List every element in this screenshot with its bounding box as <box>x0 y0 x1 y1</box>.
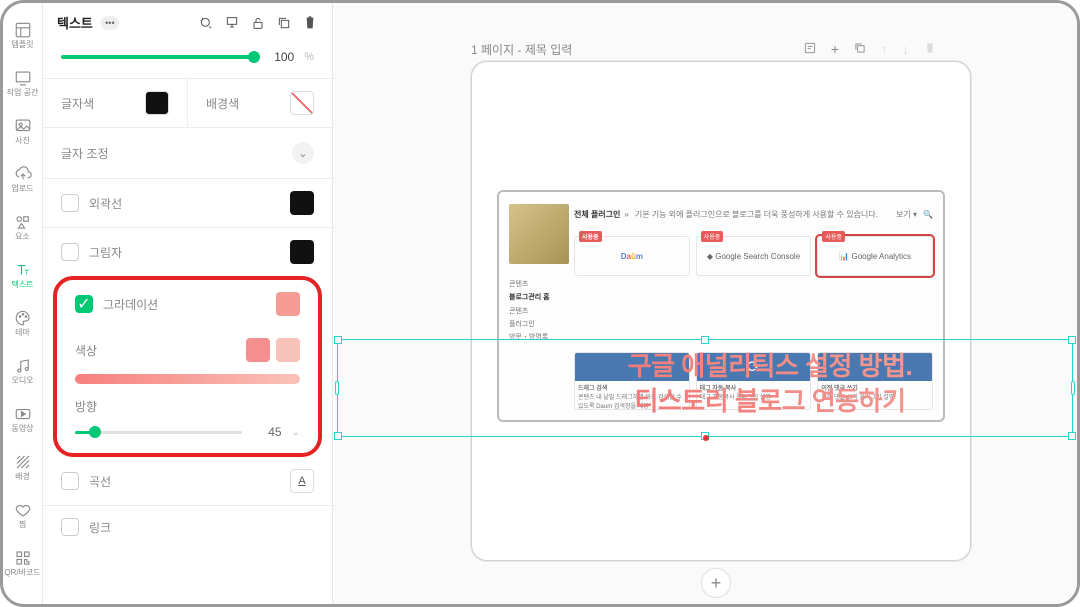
resize-handle-br[interactable] <box>1068 432 1076 440</box>
mock-left-nav: 콘텐츠 블로그관리 홈 콘텐츠 플러그인 방문・방명록 <box>509 278 569 344</box>
audio-icon <box>14 357 32 375</box>
text-color-picker[interactable]: 글자색 <box>43 79 187 127</box>
rail-video[interactable]: 동영상 <box>3 395 43 443</box>
gradient-stop-1[interactable] <box>246 338 270 362</box>
rail-upload[interactable]: 업로드 <box>3 155 43 203</box>
outline-option[interactable]: 외곽선 <box>43 179 332 227</box>
page-up-icon: ↑ <box>881 41 888 58</box>
resize-handle-tr[interactable] <box>1068 336 1076 344</box>
palette-icon <box>14 309 32 327</box>
upload-icon <box>14 165 32 183</box>
rail-workspace[interactable]: 작업 공간 <box>3 59 43 107</box>
text-adjust-accordion[interactable]: 글자 조정 ⌄ <box>43 128 332 178</box>
curve-checkbox[interactable] <box>61 472 79 490</box>
rail-background[interactable]: 배경 <box>3 443 43 491</box>
gradient-option[interactable]: ✓ 그라데이션 <box>57 280 318 328</box>
layout-icon <box>14 21 32 39</box>
rail-elements[interactable]: 요소 <box>3 203 43 251</box>
gradient-checkbox[interactable]: ✓ <box>75 295 93 313</box>
properties-panel: 텍스트 ••• 100 % 글자색 배경색 <box>43 3 333 604</box>
resize-handle-bl[interactable] <box>334 432 342 440</box>
trash-icon[interactable] <box>302 15 318 31</box>
gradient-swatch[interactable] <box>276 292 300 316</box>
rail-photos[interactable]: 사진 <box>3 107 43 155</box>
search-icon: 🔍 <box>923 210 933 219</box>
rail-favorites[interactable]: 찜 <box>3 491 43 539</box>
text-color-swatch <box>145 91 169 115</box>
rail-templates[interactable]: 템플릿 <box>3 11 43 59</box>
selection-bounding-box[interactable] <box>337 339 1073 437</box>
shadow-option[interactable]: 그림자 <box>43 228 332 276</box>
service-ga: 사용중📊 Google Analytics <box>817 236 933 276</box>
rail-text[interactable]: 텍스트 <box>3 251 43 299</box>
page-label: 1 페이지 - 제목 입력 <box>471 41 572 58</box>
shadow-swatch[interactable] <box>290 240 314 264</box>
resize-handle-tl[interactable] <box>334 336 342 344</box>
resize-handle-l[interactable] <box>335 381 339 395</box>
opacity-unit: % <box>304 51 314 63</box>
gradient-colors-label: 색상 <box>75 342 97 359</box>
direction-caret-icon[interactable]: ⌄ <box>292 427 300 438</box>
service-gsc: 사용중◆ Google Search Console <box>696 236 812 276</box>
panel-more-button[interactable]: ••• <box>101 16 119 30</box>
background-icon <box>14 453 32 471</box>
canvas[interactable]: 1 페이지 - 제목 입력 + ↑ ↓ 전체 플러그인 » 기본 기능 외에 플… <box>333 3 1077 604</box>
qr-icon <box>14 549 32 567</box>
money-thumbnail <box>509 204 569 264</box>
element-icon <box>14 213 32 231</box>
annotation-dot <box>703 435 709 441</box>
photo-icon <box>14 117 32 135</box>
bg-color-swatch <box>290 91 314 115</box>
gradient-highlight-annotation: ✓ 그라데이션 색상 방향 45 <box>53 276 322 457</box>
panel-title: 텍스트 <box>57 13 93 32</box>
duplicate-icon[interactable] <box>276 15 292 31</box>
gradient-direction-slider[interactable] <box>75 431 242 434</box>
gradient-direction-value: 45 <box>252 425 282 439</box>
gradient-direction-label: 방향 <box>75 398 300 415</box>
link-option[interactable]: 링크 <box>43 506 332 548</box>
text-icon <box>14 261 32 279</box>
page-down-icon: ↓ <box>902 41 909 58</box>
outline-checkbox[interactable] <box>61 194 79 212</box>
page-1[interactable]: 전체 플러그인 » 기본 기능 외에 플러그인으로 블로그를 더욱 풍성하게 사… <box>471 61 971 561</box>
gradient-preview-bar <box>75 374 300 384</box>
opacity-value: 100 <box>264 50 294 64</box>
resize-handle-t[interactable] <box>701 336 709 344</box>
curve-style-button[interactable]: A <box>290 469 314 493</box>
rail-audio[interactable]: 오디오 <box>3 347 43 395</box>
curve-option[interactable]: 곡선 A <box>43 457 332 505</box>
workspace-icon <box>14 69 32 87</box>
service-daum: 사용중Daům <box>574 236 690 276</box>
heart-icon <box>14 501 32 519</box>
add-page-button[interactable]: + <box>701 568 731 598</box>
bg-color-picker[interactable]: 배경색 <box>187 79 332 127</box>
page-delete-icon <box>923 41 937 58</box>
opacity-slider[interactable] <box>61 55 254 59</box>
page-add-icon[interactable]: + <box>831 41 839 58</box>
magic-icon[interactable] <box>198 15 214 31</box>
resize-handle-r[interactable] <box>1071 381 1075 395</box>
outline-swatch[interactable] <box>290 191 314 215</box>
rail-theme[interactable]: 테마 <box>3 299 43 347</box>
shadow-checkbox[interactable] <box>61 243 79 261</box>
link-checkbox[interactable] <box>61 518 79 536</box>
gradient-stop-2[interactable] <box>276 338 300 362</box>
left-rail: 템플릿 작업 공간 사진 업로드 요소 텍스트 테마 오디오 동영상 배경 찜 … <box>3 3 43 604</box>
rail-qr[interactable]: QR/바코드 <box>3 539 43 587</box>
lock-icon[interactable] <box>250 15 266 31</box>
chevron-down-icon: ⌄ <box>292 142 314 164</box>
page-duplicate-icon[interactable] <box>853 41 867 58</box>
align-icon[interactable] <box>224 15 240 31</box>
page-note-icon[interactable] <box>803 41 817 58</box>
video-icon <box>14 405 32 423</box>
